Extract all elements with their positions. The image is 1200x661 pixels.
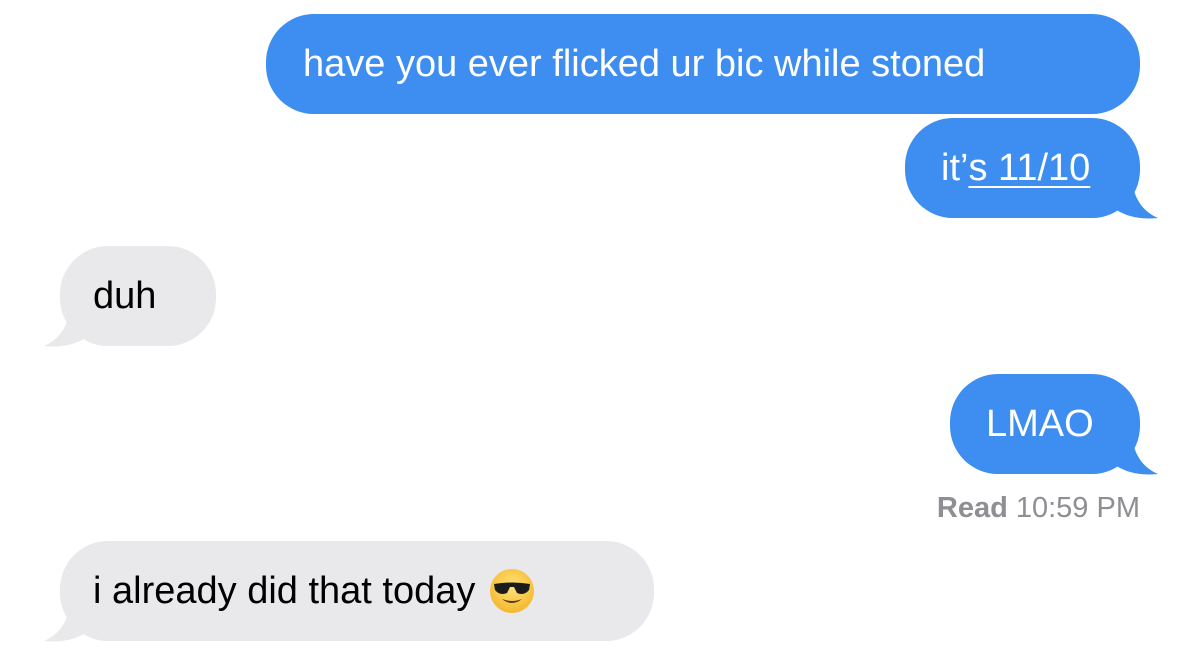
detected-date-link[interactable]: s 11/10 [968, 149, 1090, 187]
message-text: i already did that today [93, 568, 535, 614]
message-text: LMAO [986, 403, 1094, 445]
message-bubble-sent[interactable]: have you ever flicked ur bic while stone… [266, 14, 1140, 114]
read-receipt-label: Read [936, 492, 1008, 524]
message-text-prefix: it’ [941, 147, 969, 189]
message-text: have you ever flicked ur bic while stone… [303, 43, 986, 85]
message-bubble-sent[interactable]: LMAO [950, 374, 1140, 474]
message-text-body: i already did that today [93, 570, 476, 612]
message-bubble-received[interactable]: duh [60, 246, 216, 346]
read-receipt: Read 10:59 PM [937, 492, 1140, 525]
message-bubble-received[interactable]: i already did that today [60, 541, 654, 641]
message-bubble-sent[interactable]: it’ s 11/10 [905, 118, 1140, 218]
message-text: duh [93, 275, 157, 317]
message-text: it’ s 11/10 [941, 149, 1090, 187]
smiling-face-with-sunglasses-icon [490, 569, 535, 613]
read-receipt-time: 10:59 PM [1015, 492, 1140, 524]
